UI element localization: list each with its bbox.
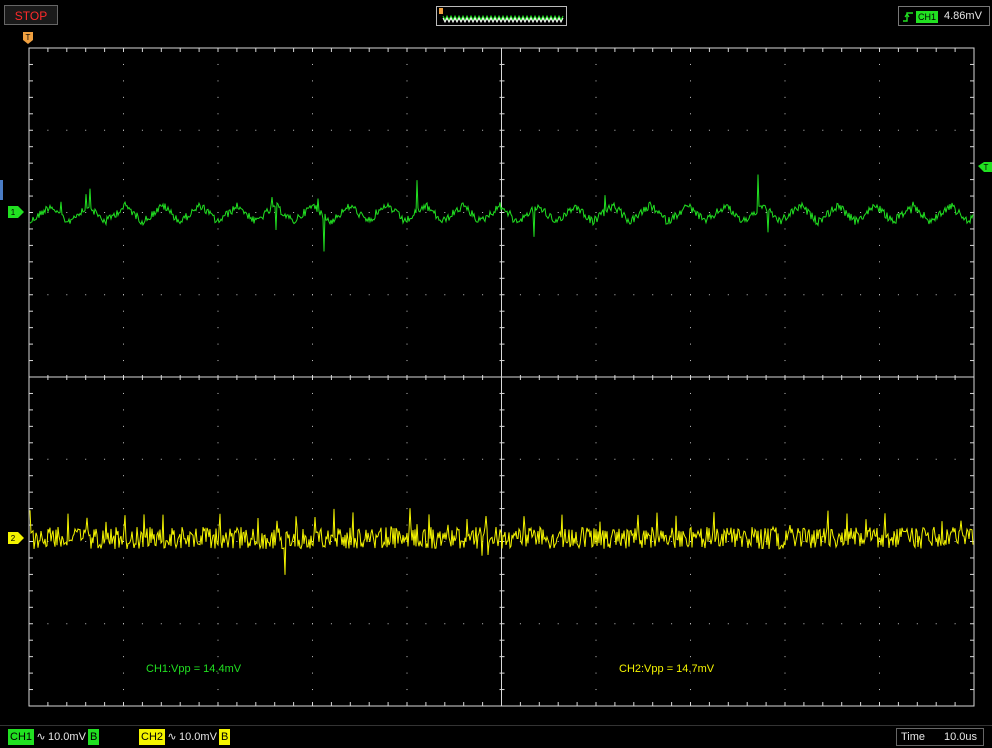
- ch1-ground-marker[interactable]: 1: [8, 206, 24, 218]
- ch2-settings[interactable]: CH2 ∿ 10.0mV B: [139, 729, 231, 745]
- waveform-overview[interactable]: [436, 6, 567, 26]
- ch1-scale: 10.0mV: [48, 731, 86, 743]
- ch1-vpp-measurement: CH1:Vpp = 14.4mV: [146, 663, 242, 675]
- top-toolbar: STOP CH1 4.86mV: [0, 0, 992, 30]
- trigger-level-marker[interactable]: T: [978, 162, 992, 172]
- rising-edge-icon: [903, 12, 913, 22]
- graticule-and-traces: T T 1 2: [8, 32, 992, 707]
- trigger-position-marker[interactable]: T: [23, 32, 33, 44]
- scope-display[interactable]: T T 1 2 CH1:Vpp = 14.4mV CH2:Vpp = 14.7m…: [0, 30, 992, 725]
- overview-trigger-marker: [439, 8, 443, 14]
- ch2-ground-marker[interactable]: 2: [8, 532, 24, 544]
- trigger-level-value: 4.86mV: [944, 10, 982, 22]
- ch2-badge: CH2: [139, 729, 166, 745]
- trigger-level-marker-label: T: [984, 163, 989, 172]
- ch1-settings[interactable]: CH1 ∿ 10.0mV B: [8, 729, 100, 745]
- timebase-setting[interactable]: Time 10.0us: [896, 728, 984, 746]
- ac-coupling-icon: ∿: [36, 731, 46, 743]
- trigger-position-label: T: [26, 33, 31, 42]
- ch1-bandwidth-limit-badge: B: [87, 729, 100, 745]
- run-stop-button[interactable]: STOP: [4, 5, 58, 25]
- ac-coupling-icon: ∿: [167, 731, 177, 743]
- ch1-marker-label: 1: [11, 208, 16, 217]
- trigger-source-badge: CH1: [916, 11, 939, 23]
- overview-waveform-thumbnail: [439, 8, 564, 24]
- trigger-info-panel[interactable]: CH1 4.86mV: [898, 6, 990, 26]
- ch2-vpp-measurement: CH2:Vpp = 14.7mV: [619, 663, 715, 675]
- timebase-label: Time: [901, 731, 926, 743]
- graticule: [28, 47, 975, 707]
- bottom-status-bar: CH1 ∿ 10.0mV B CH2 ∿ 10.0mV B Time 10.0us: [0, 725, 992, 748]
- ch1-badge: CH1: [8, 729, 35, 745]
- oscilloscope-window: STOP CH1 4.86mV T T 1 2 CH1:Vpp = 14.4mV…: [0, 0, 992, 748]
- ch2-bandwidth-limit-badge: B: [218, 729, 231, 745]
- ch2-marker-label: 2: [11, 534, 16, 543]
- timebase-value: 10.0us: [943, 731, 977, 743]
- ch2-scale: 10.0mV: [179, 731, 217, 743]
